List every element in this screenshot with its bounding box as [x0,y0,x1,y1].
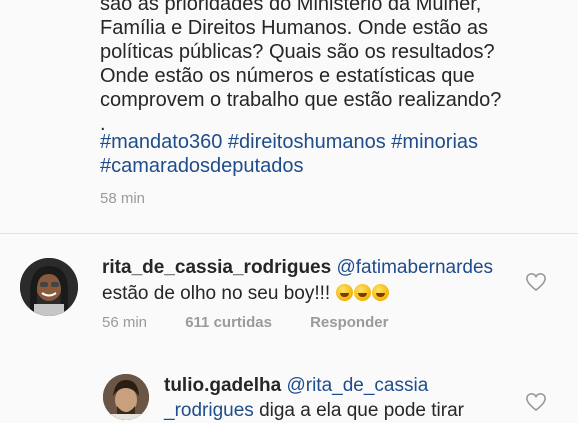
laughing-emoji-icon [336,284,354,301]
comment-body: _rodrigues diga a ela que pode tirar [164,399,464,423]
avatar[interactable] [103,374,149,420]
reply-button[interactable]: Responder [310,314,388,331]
post-hashtags: #mandato360 #direitoshumanos #minorias #… [100,130,478,178]
caption-line: são as prioridades do Ministério da Mulh… [100,0,482,15]
laughing-emoji-icon [354,284,372,301]
comment-username[interactable]: rita_de_cassia_rodrigues [102,257,331,278]
caption-line: políticas públicas? Quais são os resulta… [100,41,495,63]
comment-text: estão de olho no seu boy!!! [102,283,331,304]
comment-mention[interactable]: @rita_de_cassia [286,375,428,396]
laughing-emoji-icon [372,284,390,301]
hashtag-link[interactable]: #camaradosdeputados [100,154,478,178]
post-caption: são as prioridades do Ministério da Mulh… [100,0,570,136]
comment-mention[interactable]: _rodrigues [164,400,254,421]
comment-username[interactable]: tulio.gadelha [164,375,281,396]
caption-line: Onde estão os números e estatísticas que [100,65,475,87]
caption-line: comprovem o trabalho que estão realizand… [100,89,502,111]
avatar[interactable] [20,258,78,316]
comment-text: diga a ela que pode tirar [259,400,464,421]
comment-likes-count[interactable]: 611 curtidas [185,314,272,331]
comment: tulio.gadelha @rita_de_cassia [164,374,428,398]
heart-outline-icon[interactable] [525,392,547,412]
comment-meta: 56 min 611 curtidas Responder [102,314,422,331]
comment-body: estão de olho no seu boy!!! [102,282,390,306]
comment-mention[interactable]: @fatimabernardes [336,257,493,278]
divider [0,233,578,234]
caption-line: Família e Direitos Humanos. Onde estão a… [100,17,488,39]
hashtag-link[interactable]: #mandato360 #direitoshumanos #minorias [100,130,478,154]
comment: rita_de_cassia_rodrigues @fatimabernarde… [102,256,493,280]
heart-outline-icon[interactable] [525,272,547,292]
comment-timestamp: 56 min [102,314,148,331]
post-timestamp: 58 min [100,190,146,207]
